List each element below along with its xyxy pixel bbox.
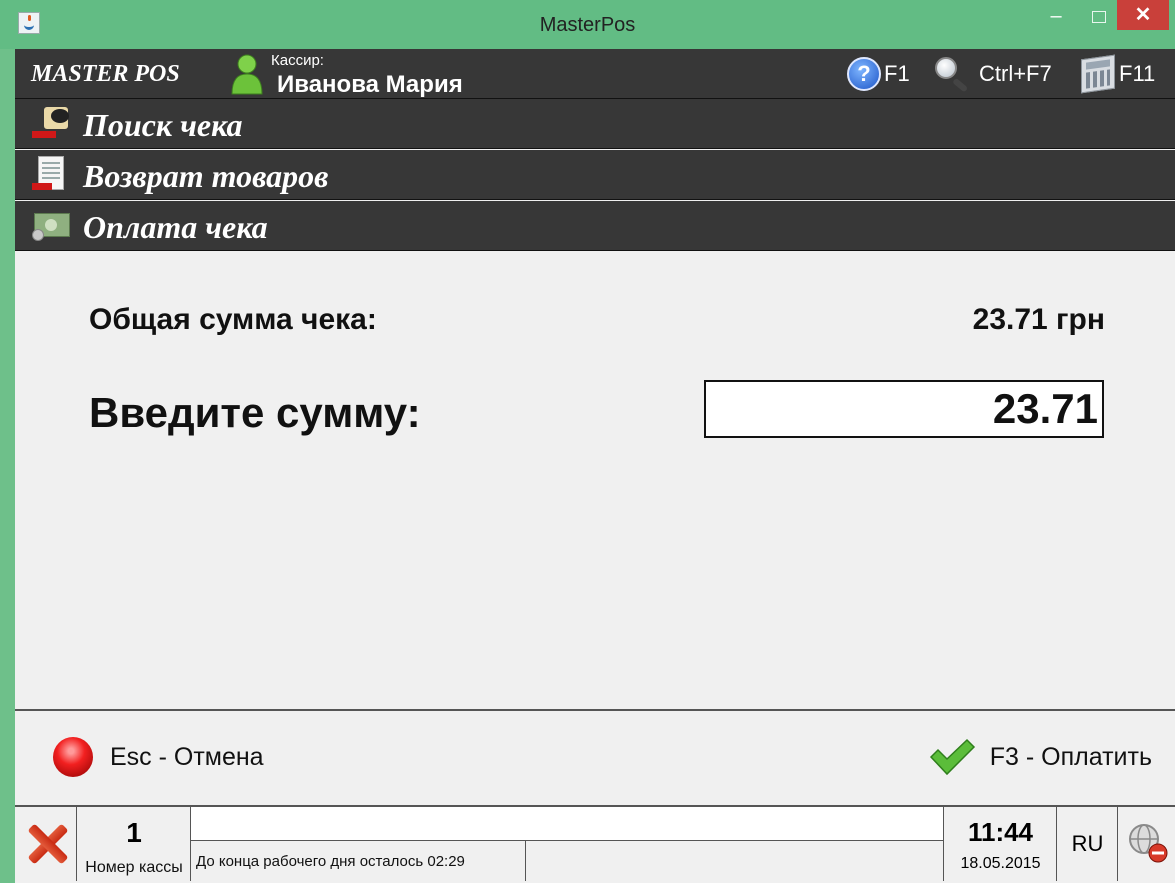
shift-remaining-box: До конца рабочего дня осталось 02:29 — [191, 841, 526, 881]
datetime-cell: 11:44 18.05.2015 — [944, 807, 1057, 881]
menu-item-label: Поиск чека — [83, 107, 243, 143]
pay-button-label: F3 - Оплатить — [989, 742, 1152, 771]
status-message-field — [191, 807, 943, 841]
language-label: RU — [1071, 831, 1104, 856]
menu-item-pay-receipt[interactable]: Оплата чека — [15, 201, 1175, 251]
exit-button[interactable] — [15, 807, 77, 881]
close-window-button[interactable]: ✕ — [1117, 0, 1169, 30]
total-amount-label: Общая сумма чека: — [89, 303, 377, 336]
cash-register-number: 1 — [126, 817, 142, 848]
money-icon — [32, 207, 72, 245]
search-hotkey-label: Ctrl+F7 — [979, 61, 1052, 86]
magnifier-icon — [933, 57, 973, 91]
pay-button[interactable]: F3 - Оплатить — [928, 735, 1152, 779]
clock-date: 18.05.2015 — [960, 855, 1041, 872]
amount-input[interactable] — [704, 380, 1104, 438]
red-x-icon — [25, 822, 69, 866]
cashier-user-icon — [231, 54, 263, 95]
window-title: MasterPos — [539, 14, 636, 36]
menu-item-label: Возврат товаров — [83, 158, 329, 194]
calculator-hotkey-label: F11 — [1119, 61, 1156, 86]
menu-item-return-goods[interactable]: Возврат товаров — [15, 150, 1175, 200]
checkmark-icon — [929, 738, 975, 776]
window-titlebar: MasterPos – ✕ — [0, 0, 1175, 49]
search-receipt-icon — [32, 105, 72, 143]
search-hotkey[interactable]: Ctrl+F7 — [933, 57, 1052, 91]
cash-register-label: Номер кассы — [85, 859, 183, 876]
return-goods-icon — [32, 156, 72, 194]
help-hotkey-label: F1 — [884, 61, 910, 86]
status-message-area: До конца рабочего дня осталось 02:29 — [191, 807, 944, 881]
cashier-label: Кассир: — [271, 52, 324, 69]
clock-time: 11:44 — [967, 817, 1034, 847]
cancel-button-label: Esc - Отмена — [110, 742, 264, 771]
help-icon: ? — [847, 57, 881, 91]
cancel-button[interactable]: Esc - Отмена — [53, 735, 264, 779]
calculator-hotkey[interactable]: F11 — [1081, 54, 1156, 94]
cashier-name: Иванова Мария — [277, 71, 463, 98]
menu-item-search-receipt[interactable]: Поиск чека — [15, 99, 1175, 149]
maximize-icon — [1092, 11, 1106, 23]
status-bar: 1 Номер кассы До конца рабочего дня оста… — [15, 805, 1175, 883]
red-circle-icon — [53, 737, 93, 777]
calculator-icon — [1081, 54, 1115, 94]
network-disconnected-icon — [1129, 824, 1168, 863]
minimize-button[interactable]: – — [1042, 6, 1070, 30]
maximize-button[interactable] — [1085, 6, 1113, 30]
enter-amount-label: Введите сумму: — [89, 389, 421, 436]
divider — [15, 709, 1175, 711]
brand-logo: MASTER POS — [31, 61, 180, 87]
app-client-area: MASTER POS Кассир: Иванова Мария ? F1 Ct… — [15, 49, 1175, 883]
total-amount-value: 23.71 грн — [972, 303, 1105, 336]
cash-register-cell: 1 Номер кассы — [77, 807, 191, 881]
shift-remaining-text: До конца рабочего дня осталось 02:29 — [196, 853, 465, 870]
language-indicator[interactable]: RU — [1057, 807, 1118, 881]
network-status[interactable] — [1118, 807, 1175, 881]
menu-item-label: Оплата чека — [83, 209, 268, 245]
header-bar: MASTER POS Кассир: Иванова Мария ? F1 Ct… — [15, 49, 1175, 99]
help-hotkey[interactable]: ? F1 — [847, 57, 910, 91]
